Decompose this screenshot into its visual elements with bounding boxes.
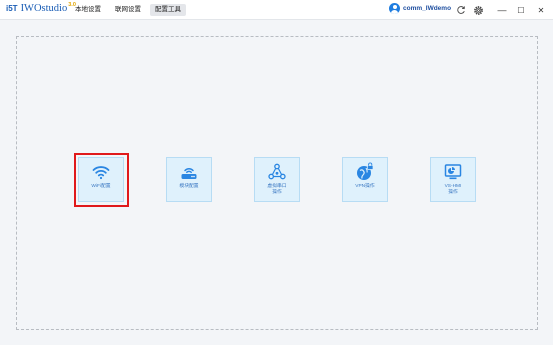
refresh-icon <box>457 6 465 14</box>
title-bar: i5T IWOstudio 3.0 本地设置 联网设置 配置工具 comm_IW… <box>0 0 553 20</box>
tool-vpn[interactable]: VPN操作 <box>342 157 388 202</box>
tool-label: VPN操作 <box>355 184 375 189</box>
tool-label-line: 操作 <box>272 190 282 195</box>
user-name: comm_IWdemo <box>403 5 452 12</box>
menu-item-config-tools[interactable]: 配置工具 <box>150 4 186 16</box>
tool-label: 虚拟串口 操作 <box>255 184 299 196</box>
selection-highlight <box>74 153 129 207</box>
app-name: IWOstudio <box>20 3 68 14</box>
tool-label: VS-HMI 操作 <box>431 184 475 196</box>
menu-item-local-settings[interactable]: 本地设置 <box>70 4 106 16</box>
refresh-button[interactable] <box>454 3 468 17</box>
app-brand: i5T IWOstudio 3.0 <box>6 2 76 14</box>
user-avatar-icon <box>389 3 400 14</box>
minimize-button[interactable]: — <box>495 3 509 17</box>
tool-label: 模块配置 <box>179 184 199 189</box>
tool-module-config[interactable]: 模块配置 <box>166 157 212 202</box>
vpn-icon <box>357 162 374 180</box>
tool-virtual-serial[interactable]: 虚拟串口 操作 <box>254 157 300 202</box>
tool-vs-hmi[interactable]: VS-HMI 操作 <box>430 157 476 202</box>
menu-item-network-settings[interactable]: 联网设置 <box>110 4 146 16</box>
top-menu: 本地设置 联网设置 配置工具 <box>70 4 190 16</box>
virtual-serial-icon <box>268 163 286 180</box>
close-button[interactable]: ✕ <box>534 3 548 17</box>
gear-icon <box>473 5 483 15</box>
router-icon <box>181 168 197 179</box>
tools-panel: WiFi配置 模块配置 虚拟串口 操作 VPN操作 VS-HMI 操作 <box>16 36 538 330</box>
settings-button[interactable] <box>471 3 485 17</box>
tool-label-line: 操作 <box>448 190 458 195</box>
user-account[interactable]: comm_IWdemo <box>389 3 451 14</box>
maximize-button[interactable]: ☐ <box>514 3 528 17</box>
app-logo: i5T <box>6 4 18 13</box>
hmi-icon <box>444 164 462 180</box>
